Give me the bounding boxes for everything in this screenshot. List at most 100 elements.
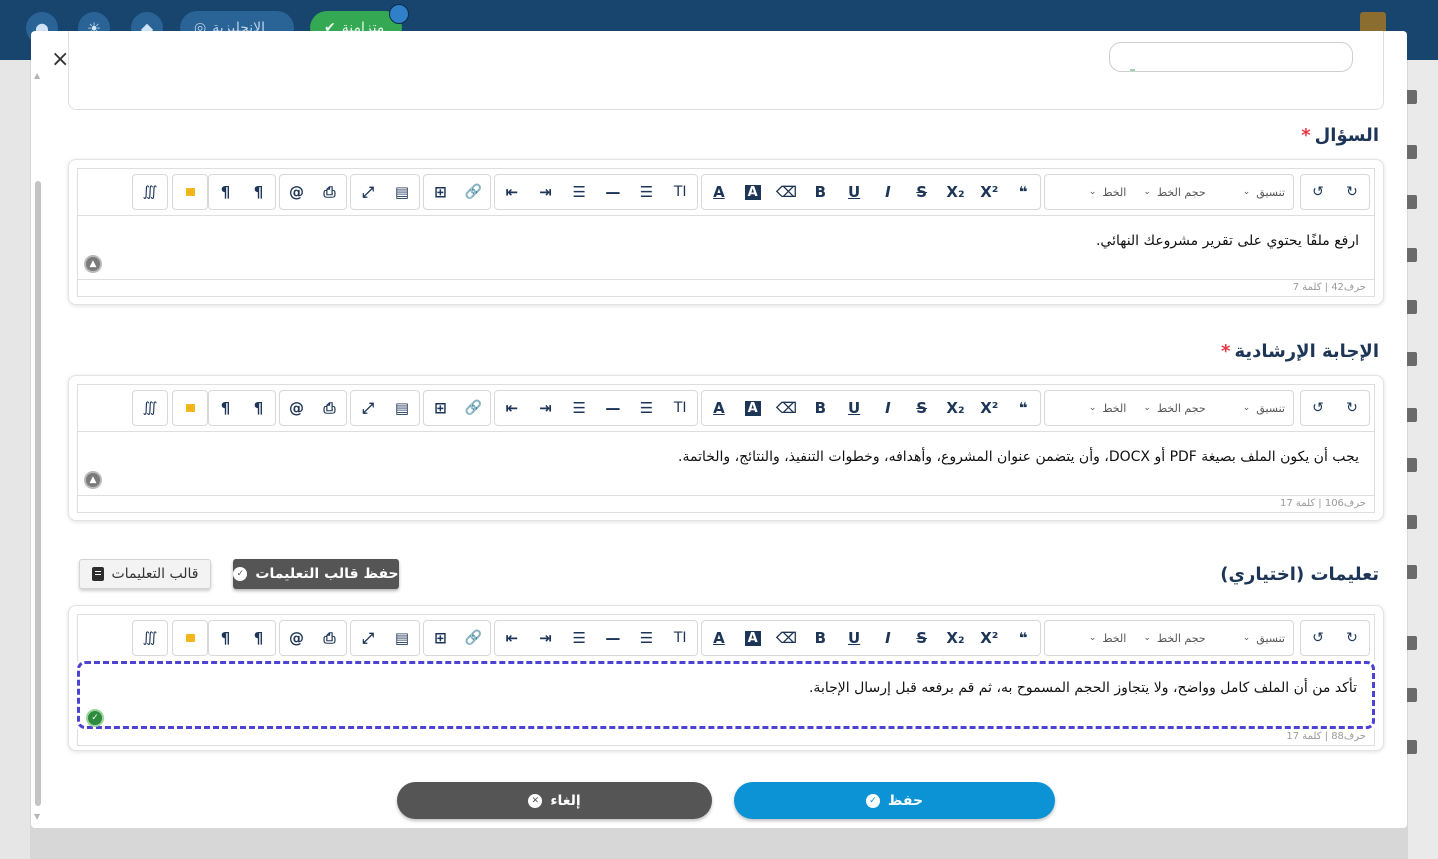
text-color-icon[interactable]: A <box>702 175 736 209</box>
format-select[interactable]: تنسيق ⌄ <box>1214 175 1293 209</box>
outdent-icon[interactable]: ⇤ <box>495 391 529 425</box>
subscript-icon[interactable]: X₂ <box>939 621 973 655</box>
scroll-up-icon[interactable]: ▲ <box>34 71 40 80</box>
subscript-icon[interactable]: X₂ <box>939 175 973 209</box>
undo-icon[interactable]: ↺ <box>1301 175 1335 209</box>
print-icon[interactable]: ⎙ <box>313 175 346 209</box>
eraser-icon[interactable]: ⌫ <box>770 621 804 655</box>
bold-icon[interactable]: B <box>803 175 837 209</box>
indent-icon[interactable]: ⇥ <box>529 621 563 655</box>
ltr-direction-icon[interactable]: ¶ <box>209 391 242 425</box>
link-icon[interactable]: 🔗 <box>457 621 490 655</box>
warning-icon[interactable]: ▲ <box>84 255 102 273</box>
superscript-icon[interactable]: X² <box>972 391 1006 425</box>
rtl-direction-icon[interactable]: ¶ <box>242 391 275 425</box>
mention-icon[interactable]: @ <box>280 621 313 655</box>
ltr-direction-icon[interactable]: ¶ <box>209 621 242 655</box>
undo-icon[interactable]: ↺ <box>1301 621 1335 655</box>
italic-icon[interactable]: I <box>871 621 905 655</box>
redo-icon[interactable]: ↻ <box>1335 175 1369 209</box>
align-icon[interactable]: ☰ <box>562 621 596 655</box>
file-manager-icon[interactable] <box>173 621 207 655</box>
link-icon[interactable]: 🔗 <box>457 175 490 209</box>
template-icon[interactable]: ▤ <box>385 391 419 425</box>
subscript-icon[interactable]: X₂ <box>939 391 973 425</box>
redo-icon[interactable]: ↻ <box>1335 391 1369 425</box>
strikethrough-icon[interactable]: S <box>905 175 939 209</box>
underline-icon[interactable]: U <box>837 621 871 655</box>
text-color-icon[interactable]: A <box>702 391 736 425</box>
mention-icon[interactable]: @ <box>280 391 313 425</box>
modal-scrollbar[interactable]: ▲ ▼ <box>34 71 42 821</box>
strikethrough-icon[interactable]: S <box>905 621 939 655</box>
bold-icon[interactable]: B <box>803 621 837 655</box>
file-manager-icon[interactable] <box>173 391 207 425</box>
fullscreen-icon[interactable]: ⤢ <box>351 175 385 209</box>
align-icon[interactable]: ☰ <box>562 175 596 209</box>
template-icon[interactable]: ▤ <box>385 175 419 209</box>
close-icon[interactable]: × <box>51 49 69 71</box>
redo-icon[interactable]: ↻ <box>1335 621 1369 655</box>
fullscreen-icon[interactable]: ⤢ <box>351 621 385 655</box>
ordered-list-icon[interactable]: ☰ <box>630 175 664 209</box>
table-icon[interactable]: ⊞ <box>424 621 457 655</box>
font-size-select[interactable]: حجم الخط ⌄ <box>1134 391 1213 425</box>
save-button[interactable]: حفظ ✓ <box>734 782 1055 819</box>
text-color-icon[interactable]: A <box>702 621 736 655</box>
text-size-icon[interactable]: TI <box>663 391 697 425</box>
scroll-down-icon[interactable]: ▼ <box>34 812 40 821</box>
format-select[interactable]: تنسيق ⌄ <box>1214 391 1293 425</box>
eraser-icon[interactable]: ⌫ <box>770 391 804 425</box>
eraser-icon[interactable]: ⌫ <box>770 175 804 209</box>
blockquote-icon[interactable]: ❝ <box>1006 621 1040 655</box>
ordered-list-icon[interactable]: ☰ <box>630 621 664 655</box>
rtl-direction-icon[interactable]: ¶ <box>242 175 275 209</box>
font-select[interactable]: الخط ⌄ <box>1045 621 1134 655</box>
underline-icon[interactable]: U <box>837 175 871 209</box>
indent-icon[interactable]: ⇥ <box>529 175 563 209</box>
instructions-template-button[interactable]: قالب التعليمات <box>79 559 211 589</box>
underline-icon[interactable]: U <box>837 391 871 425</box>
text-size-icon[interactable]: TI <box>663 175 697 209</box>
align-icon[interactable]: ☰ <box>562 391 596 425</box>
horizontal-rule-icon[interactable]: — <box>596 175 630 209</box>
grammar-ok-icon[interactable]: ✓ <box>86 709 104 727</box>
outdent-icon[interactable]: ⇤ <box>495 175 529 209</box>
background-color-icon[interactable]: A <box>736 391 770 425</box>
superscript-icon[interactable]: X² <box>972 621 1006 655</box>
ltr-direction-icon[interactable]: ¶ <box>209 175 242 209</box>
print-icon[interactable]: ⎙ <box>313 621 346 655</box>
print-icon[interactable]: ⎙ <box>313 391 346 425</box>
link-icon[interactable]: 🔗 <box>457 391 490 425</box>
mention-icon[interactable]: @ <box>280 175 313 209</box>
special-chars-icon[interactable]: ∭ <box>133 175 167 209</box>
special-chars-icon[interactable]: ∭ <box>133 391 167 425</box>
scroll-thumb[interactable] <box>35 181 41 806</box>
previous-input[interactable] <box>1109 42 1353 72</box>
undo-icon[interactable]: ↺ <box>1301 391 1335 425</box>
outdent-icon[interactable]: ⇤ <box>495 621 529 655</box>
rtl-direction-icon[interactable]: ¶ <box>242 621 275 655</box>
template-icon[interactable]: ▤ <box>385 621 419 655</box>
background-color-icon[interactable]: A <box>736 621 770 655</box>
indent-icon[interactable]: ⇥ <box>529 391 563 425</box>
horizontal-rule-icon[interactable]: — <box>596 621 630 655</box>
ordered-list-icon[interactable]: ☰ <box>630 391 664 425</box>
blockquote-icon[interactable]: ❝ <box>1006 391 1040 425</box>
superscript-icon[interactable]: X² <box>972 175 1006 209</box>
horizontal-rule-icon[interactable]: — <box>596 391 630 425</box>
blockquote-icon[interactable]: ❝ <box>1006 175 1040 209</box>
font-select[interactable]: الخط ⌄ <box>1045 175 1134 209</box>
warning-icon[interactable]: ▲ <box>84 471 102 489</box>
fullscreen-icon[interactable]: ⤢ <box>351 391 385 425</box>
font-select[interactable]: الخط ⌄ <box>1045 391 1134 425</box>
text-size-icon[interactable]: TI <box>663 621 697 655</box>
table-icon[interactable]: ⊞ <box>424 175 457 209</box>
file-manager-icon[interactable] <box>173 175 207 209</box>
question-editor-content[interactable]: ارفع ملفًا يحتوي على تقرير مشروعك النهائ… <box>77 215 1375 280</box>
special-chars-icon[interactable]: ∭ <box>133 621 167 655</box>
bold-icon[interactable]: B <box>803 391 837 425</box>
font-size-select[interactable]: حجم الخط ⌄ <box>1134 175 1213 209</box>
cancel-button[interactable]: إلغاء ✕ <box>397 782 712 819</box>
strikethrough-icon[interactable]: S <box>905 391 939 425</box>
